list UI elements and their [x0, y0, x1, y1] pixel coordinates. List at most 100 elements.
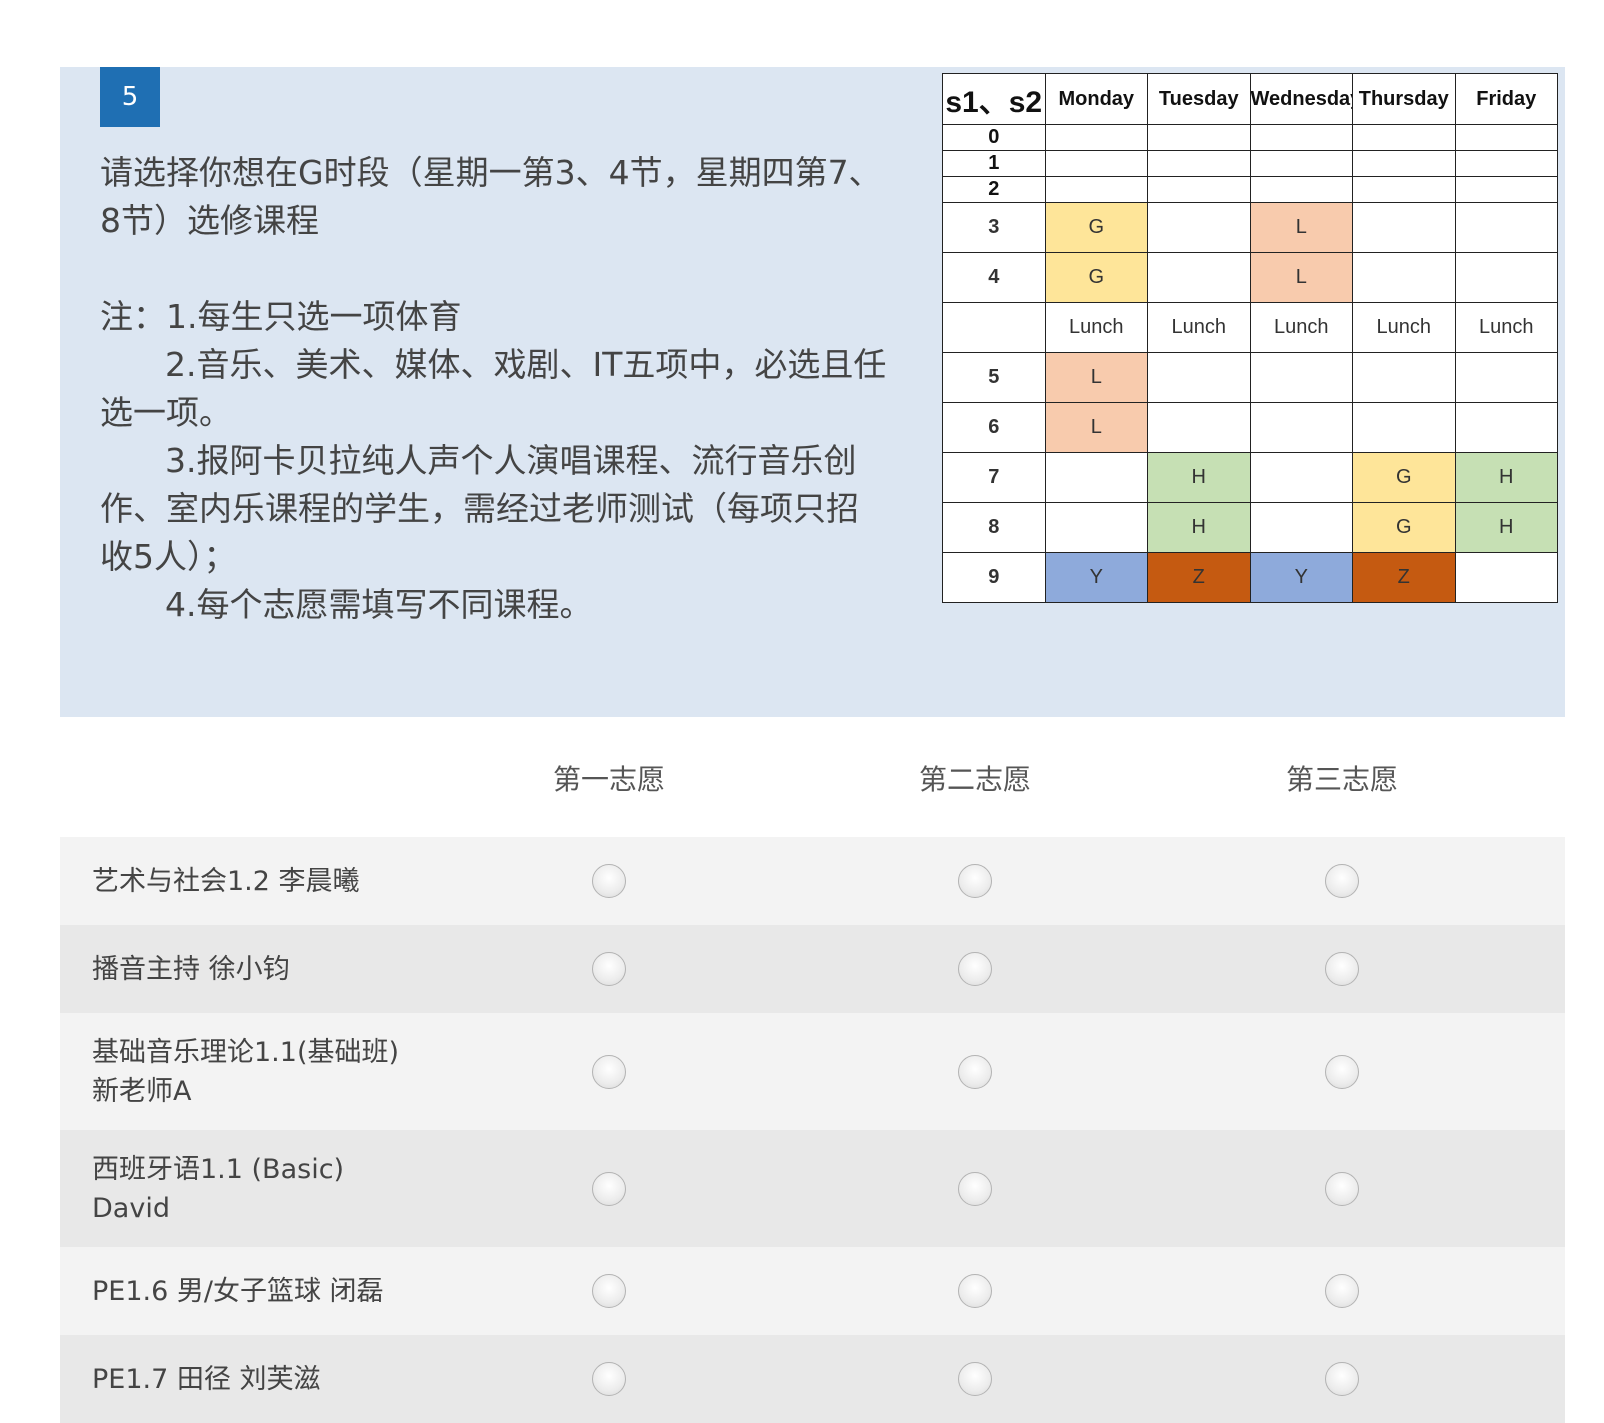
- schedule-cell: L: [1044, 402, 1148, 453]
- schedule-cell: H: [1454, 452, 1558, 503]
- schedule-cell: Lunch: [1147, 302, 1251, 353]
- schedule-row: 3G L: [942, 202, 1558, 253]
- schedule-cell: [1454, 352, 1558, 403]
- schedule-day: Wednesday: [1249, 73, 1353, 125]
- schedule-row: 1: [942, 150, 1558, 177]
- schedule-cell: G: [1044, 202, 1148, 253]
- column-header-third-choice: 第三志愿: [1285, 763, 1398, 796]
- schedule-row: 6L: [942, 402, 1558, 453]
- schedule-cell: H: [1147, 452, 1251, 503]
- schedule-cell: L: [1249, 252, 1353, 303]
- second-choice-radio[interactable]: [958, 1054, 992, 1089]
- schedule-day: Friday: [1454, 73, 1558, 125]
- schedule-cell: [1249, 150, 1353, 177]
- schedule-cell: [1454, 402, 1558, 453]
- grid-header: 第一志愿 第二志愿 第三志愿: [60, 760, 1565, 837]
- schedule-cell: [1454, 150, 1558, 177]
- schedule-row: 8HGH: [942, 502, 1558, 553]
- schedule-cell: [1044, 176, 1148, 203]
- schedule-cell: Lunch: [1454, 302, 1558, 353]
- schedule-row: 4G L: [942, 252, 1558, 303]
- schedule-cell: [1454, 124, 1558, 151]
- schedule-day: Monday: [1044, 73, 1148, 125]
- schedule-period: 1: [942, 150, 1046, 177]
- second-choice-radio[interactable]: [958, 1274, 992, 1308]
- course-label: 艺术与社会1.2 李晨曦: [92, 862, 360, 901]
- second-choice-radio[interactable]: [958, 1362, 992, 1396]
- third-choice-radio[interactable]: [1325, 864, 1359, 898]
- course-teacher: David: [92, 1192, 170, 1224]
- schedule-period: 5: [942, 352, 1046, 403]
- schedule-cell: Lunch: [1352, 302, 1456, 353]
- schedule-cell: G: [1352, 452, 1456, 503]
- choice-row: PE1.6 男/女子篮球 闭磊: [60, 1247, 1565, 1335]
- schedule-cell: [1249, 176, 1353, 203]
- schedule-cell: [1249, 502, 1353, 553]
- schedule-period: 4: [942, 252, 1046, 303]
- course-name: PE1.6 男/女子篮球 闭磊: [92, 1275, 384, 1307]
- schedule-cell: [1147, 252, 1251, 303]
- course-name: 西班牙语1.1 (Basic): [92, 1153, 345, 1185]
- schedule-cell: [1147, 124, 1251, 151]
- second-choice-radio[interactable]: [958, 1171, 992, 1206]
- choice-row: 基础音乐理论1.1(基础班) 新老师A: [60, 1013, 1565, 1130]
- schedule-row: 2: [942, 176, 1558, 203]
- schedule-cell: [1147, 150, 1251, 177]
- third-choice-radio[interactable]: [1325, 952, 1359, 986]
- schedule-corner: s1、s2: [942, 73, 1046, 125]
- choice-grid: 第一志愿 第二志愿 第三志愿 艺术与社会1.2 李晨曦播音主持 徐小钧基础音乐理…: [60, 760, 1565, 1423]
- schedule-cell: [1249, 402, 1353, 453]
- schedule-period: 7: [942, 452, 1046, 503]
- schedule-cell: [1044, 150, 1148, 177]
- schedule-cell: [1249, 124, 1353, 151]
- schedule-cell: [1249, 452, 1353, 503]
- schedule-cell: Y: [1249, 552, 1353, 603]
- schedule-cell: [1352, 202, 1456, 253]
- course-label: 基础音乐理论1.1(基础班) 新老师A: [92, 1033, 399, 1111]
- schedule-cell: Z: [1147, 552, 1251, 603]
- column-header-first-choice: 第一志愿: [552, 763, 665, 796]
- course-label: PE1.6 男/女子篮球 闭磊: [92, 1272, 384, 1311]
- column-header-second-choice: 第二志愿: [918, 763, 1031, 796]
- second-choice-radio[interactable]: [958, 864, 992, 898]
- course-teacher: 新老师A: [92, 1075, 192, 1107]
- course-name: 艺术与社会1.2 李晨曦: [92, 865, 360, 897]
- schedule-cell: [1249, 352, 1353, 403]
- third-choice-radio[interactable]: [1325, 1274, 1359, 1308]
- schedule-cell: Z: [1352, 552, 1456, 603]
- course-name: 基础音乐理论1.1(基础班): [92, 1036, 400, 1068]
- schedule-cell: L: [1249, 202, 1353, 253]
- first-choice-radio[interactable]: [592, 864, 626, 898]
- schedule-day: Thursday: [1352, 73, 1456, 125]
- third-choice-radio[interactable]: [1325, 1362, 1359, 1396]
- schedule-cell: [1454, 202, 1558, 253]
- note-line: 作、室内乐课程的学生，需经过老师测试（每项只招: [100, 489, 859, 528]
- course-label: PE1.7 田径 刘芙滋: [92, 1360, 320, 1399]
- schedule-row: 7HGH: [942, 452, 1558, 503]
- schedule-row: 5L: [942, 352, 1558, 403]
- schedule-row: Lunch Lunch Lunch Lunch Lunch: [942, 302, 1558, 353]
- schedule-period: 2: [942, 176, 1046, 203]
- schedule-cell: [1352, 252, 1456, 303]
- schedule-cell: [1352, 352, 1456, 403]
- choice-row: PE1.7 田径 刘芙滋: [60, 1335, 1565, 1423]
- third-choice-radio[interactable]: [1325, 1054, 1359, 1089]
- first-choice-radio[interactable]: [592, 1362, 626, 1396]
- first-choice-radio[interactable]: [592, 1171, 626, 1206]
- choice-row: 播音主持 徐小钧: [60, 925, 1565, 1013]
- schedule-period: 8: [942, 502, 1046, 553]
- schedule-cell: [1454, 252, 1558, 303]
- question-title-line: 请选择你想在G时段（星期一第3、4节，星期四第7、: [100, 153, 882, 192]
- schedule-cell: [1147, 176, 1251, 203]
- second-choice-radio[interactable]: [958, 952, 992, 986]
- schedule-period: 6: [942, 402, 1046, 453]
- question-number: 5: [100, 67, 160, 127]
- schedule-cell: [1147, 202, 1251, 253]
- note-line: 4.每个志愿需填写不同课程。: [165, 585, 593, 624]
- third-choice-radio[interactable]: [1325, 1171, 1359, 1206]
- choice-row: 艺术与社会1.2 李晨曦: [60, 837, 1565, 925]
- schedule-cell: [1147, 402, 1251, 453]
- first-choice-radio[interactable]: [592, 1274, 626, 1308]
- first-choice-radio[interactable]: [592, 952, 626, 986]
- first-choice-radio[interactable]: [592, 1054, 626, 1089]
